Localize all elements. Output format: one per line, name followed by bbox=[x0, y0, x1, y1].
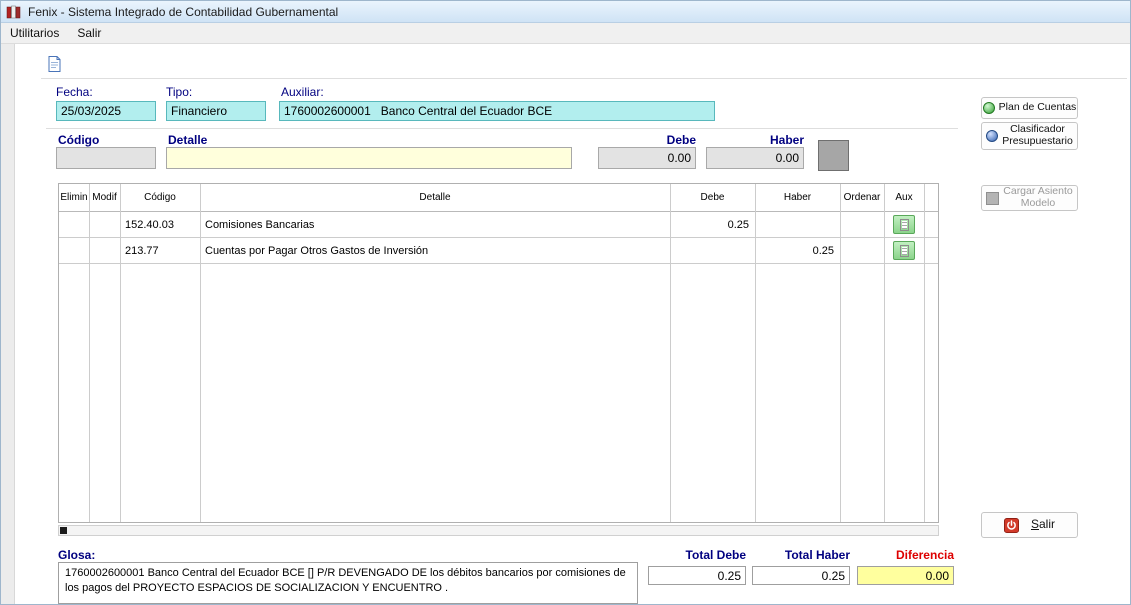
title-bar: Fenix - Sistema Integrado de Contabilida… bbox=[1, 1, 1130, 23]
power-icon bbox=[1003, 517, 1019, 533]
aux-button[interactable] bbox=[893, 215, 915, 234]
aux-cell bbox=[884, 212, 924, 237]
detalle-cell: Cuentas por Pagar Otros Gastos de Invers… bbox=[205, 244, 429, 257]
detalle-cell: Comisiones Bancarias bbox=[205, 218, 315, 231]
aux-cell bbox=[884, 238, 924, 263]
codigo-label: Código bbox=[58, 133, 100, 147]
cargar-asiento-label: Cargar Asiento Modelo bbox=[1003, 185, 1073, 209]
cargar-asiento-modelo-button[interactable]: Cargar Asiento Modelo bbox=[981, 185, 1078, 211]
grid-body: 152.40.03 Comisiones Bancarias 0.25 213.77 C… bbox=[59, 212, 938, 264]
gray-square-icon bbox=[986, 191, 1000, 205]
grid-header-modif: Modif bbox=[92, 192, 117, 203]
debe-cell: 0.25 bbox=[727, 218, 749, 231]
grid-h-scrollbar-thumb[interactable] bbox=[60, 527, 67, 534]
plan-de-cuentas-label: Plan de Cuentas bbox=[998, 101, 1077, 114]
menu-item-utilitarios[interactable]: Utilitarios bbox=[1, 23, 68, 43]
grid-header-aux: Aux bbox=[895, 192, 913, 203]
clasificador-presupuestario-button[interactable]: Clasificador Presupuestario bbox=[981, 122, 1078, 150]
haber-cell bbox=[755, 212, 840, 237]
glosa-text-box[interactable]: 1760002600001 Banco Central del Ecuador … bbox=[58, 562, 638, 604]
total-debe-label: Total Debe bbox=[685, 548, 746, 562]
total-debe-value: 0.25 bbox=[648, 566, 746, 585]
grid-header-elimin: Elimin bbox=[60, 192, 88, 203]
menu-bar: Utilitarios Salir bbox=[1, 23, 1130, 44]
diferencia-value: 0.00 bbox=[857, 566, 954, 585]
asientos-grid: Elimin Modif Código Detalle Debe Haber Ordenar… bbox=[58, 183, 939, 523]
grid-row[interactable]: 213.77 Cuentas por Pagar Otros Gastos de … bbox=[59, 238, 938, 264]
debe-entry-input[interactable] bbox=[598, 147, 696, 169]
glosa-label: Glosa: bbox=[58, 548, 96, 562]
salir-label: Salir bbox=[1030, 517, 1056, 532]
salir-button[interactable]: Salir bbox=[981, 512, 1078, 538]
auxiliar-input[interactable] bbox=[279, 101, 715, 121]
grid-header-ordenar: Ordenar bbox=[843, 192, 881, 203]
document-icon bbox=[899, 218, 909, 231]
document-icon bbox=[899, 244, 909, 257]
codigo-cell: 213.77 bbox=[125, 244, 159, 257]
add-entry-button[interactable] bbox=[818, 140, 849, 171]
debe-cell bbox=[670, 238, 755, 263]
elimin-cell bbox=[59, 238, 89, 263]
clasificador-label: Clasificador Presupuestario bbox=[1002, 123, 1073, 147]
left-panel bbox=[1, 44, 15, 604]
form-separator bbox=[46, 128, 958, 129]
tipo-label: Tipo: bbox=[166, 85, 193, 99]
total-haber-value: 0.25 bbox=[752, 566, 850, 585]
grid-header-haber: Haber bbox=[783, 192, 812, 203]
plan-de-cuentas-button[interactable]: Plan de Cuentas bbox=[981, 97, 1078, 119]
haber-cell: 0.25 bbox=[812, 244, 834, 257]
grid-row[interactable]: 152.40.03 Comisiones Bancarias 0.25 bbox=[59, 212, 938, 238]
ordenar-cell bbox=[840, 212, 884, 237]
tipo-input[interactable] bbox=[166, 101, 266, 121]
grid-header-debe: Debe bbox=[700, 192, 725, 203]
green-sphere-icon bbox=[982, 102, 995, 114]
application-window: Fenix - Sistema Integrado de Contabilida… bbox=[0, 0, 1131, 605]
menu-item-salir[interactable]: Salir bbox=[68, 23, 110, 43]
grid-header-codigo: Código bbox=[144, 192, 176, 203]
modif-cell bbox=[89, 238, 120, 263]
window-title: Fenix - Sistema Integrado de Contabilida… bbox=[28, 4, 339, 19]
total-haber-label: Total Haber bbox=[784, 548, 850, 562]
aux-button[interactable] bbox=[893, 241, 915, 260]
codigo-entry-input[interactable] bbox=[56, 147, 156, 169]
detalle-label: Detalle bbox=[168, 133, 208, 147]
fecha-input[interactable] bbox=[56, 101, 156, 121]
toolbar-separator bbox=[41, 78, 1127, 79]
blue-sphere-icon bbox=[986, 130, 999, 142]
haber-label: Haber bbox=[769, 133, 804, 147]
auxiliar-label: Auxiliar: bbox=[281, 85, 324, 99]
ordenar-cell bbox=[840, 238, 884, 263]
grid-h-scrollbar[interactable] bbox=[58, 525, 939, 536]
new-document-icon[interactable] bbox=[45, 55, 63, 73]
detalle-entry-input[interactable] bbox=[166, 147, 572, 169]
grid-header-detalle: Detalle bbox=[419, 192, 451, 203]
elimin-cell bbox=[59, 212, 89, 237]
diferencia-label: Diferencia bbox=[895, 548, 954, 562]
haber-entry-input[interactable] bbox=[706, 147, 804, 169]
app-icon bbox=[6, 4, 22, 20]
fecha-label: Fecha: bbox=[56, 85, 93, 99]
codigo-cell: 152.40.03 bbox=[125, 218, 174, 231]
modif-cell bbox=[89, 212, 120, 237]
grid-header-row: Elimin Modif Código Detalle Debe Haber Ordenar… bbox=[59, 184, 938, 212]
debe-label: Debe bbox=[666, 133, 696, 147]
